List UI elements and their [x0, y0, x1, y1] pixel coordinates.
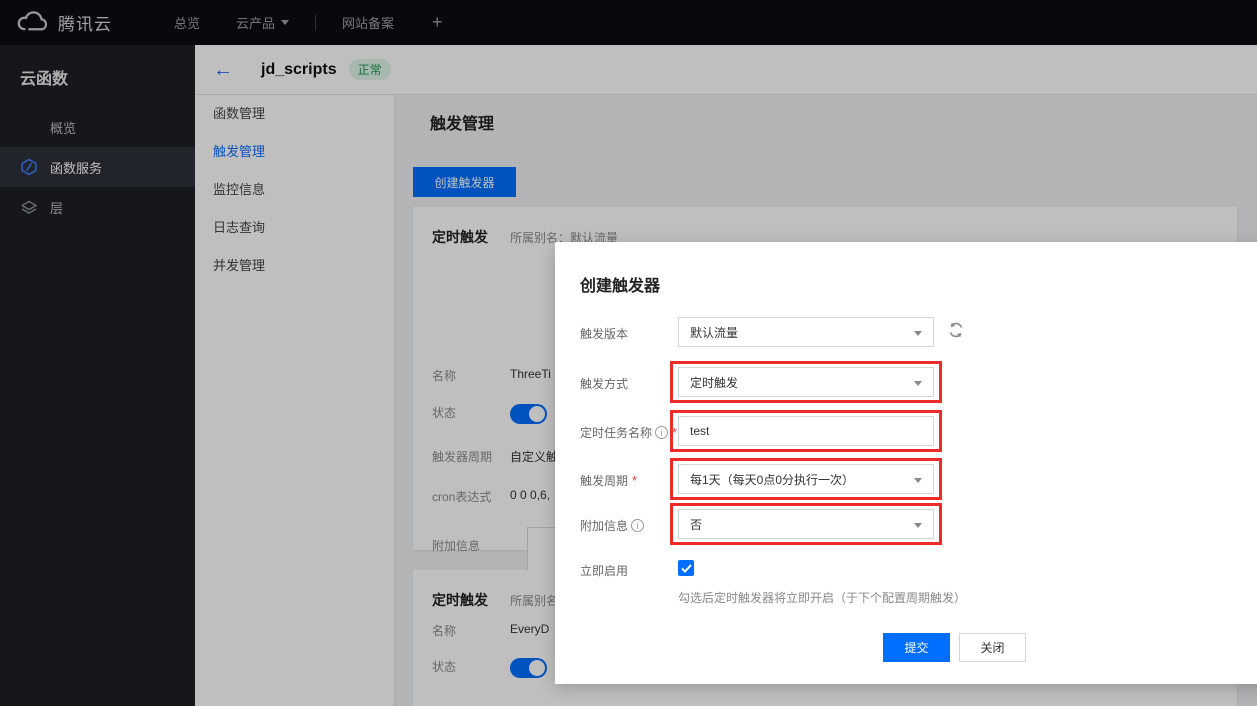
- select-value: 否: [690, 516, 702, 533]
- trigger-cycle-select[interactable]: 每1天（每天0点0分执行一次）: [678, 464, 934, 494]
- label-text: 触发周期: [580, 472, 628, 489]
- label-trigger-cycle: 触发周期 *: [580, 472, 637, 489]
- task-name-input[interactable]: test: [678, 416, 934, 446]
- label-trigger-version: 触发版本: [580, 325, 628, 342]
- enable-now-checkbox[interactable]: [678, 560, 694, 576]
- required-asterisk: *: [672, 425, 677, 440]
- enable-now-hint: 勾选后定时触发器将立即开启（于下个配置周期触发）: [678, 589, 966, 606]
- submit-button[interactable]: 提交: [883, 633, 950, 662]
- info-icon: i: [631, 519, 644, 532]
- chevron-down-icon: [914, 381, 922, 386]
- chevron-down-icon: [914, 331, 922, 336]
- label-text: 触发版本: [580, 325, 628, 342]
- trigger-type-select[interactable]: 定时触发: [678, 367, 934, 397]
- close-button[interactable]: 关闭: [959, 633, 1026, 662]
- select-value: 默认流量: [690, 324, 738, 341]
- select-value: 每1天（每天0点0分执行一次）: [690, 471, 854, 488]
- label-text: 附加信息: [580, 517, 628, 534]
- extra-info-select[interactable]: 否: [678, 509, 934, 539]
- label-text: 立即启用: [580, 562, 628, 579]
- label-task-name: 定时任务名称 i *: [580, 424, 677, 441]
- create-trigger-modal: 创建触发器 触发版本 默认流量 触发方式 定时触发 定时任务名称 i * tes…: [555, 242, 1257, 684]
- trigger-version-select[interactable]: 默认流量: [678, 317, 934, 347]
- modal-title: 创建触发器: [580, 272, 660, 296]
- select-value: 定时触发: [690, 374, 738, 391]
- info-icon: i: [655, 426, 668, 439]
- input-value: test: [690, 424, 709, 438]
- label-text: 定时任务名称: [580, 424, 652, 441]
- chevron-down-icon: [914, 478, 922, 483]
- label-extra-info: 附加信息 i: [580, 517, 644, 534]
- required-asterisk: *: [632, 473, 637, 488]
- label-text: 触发方式: [580, 375, 628, 392]
- check-icon: [681, 564, 692, 573]
- refresh-icon[interactable]: [947, 321, 965, 342]
- label-enable-now: 立即启用: [580, 562, 628, 579]
- chevron-down-icon: [914, 523, 922, 528]
- label-trigger-type: 触发方式: [580, 375, 628, 392]
